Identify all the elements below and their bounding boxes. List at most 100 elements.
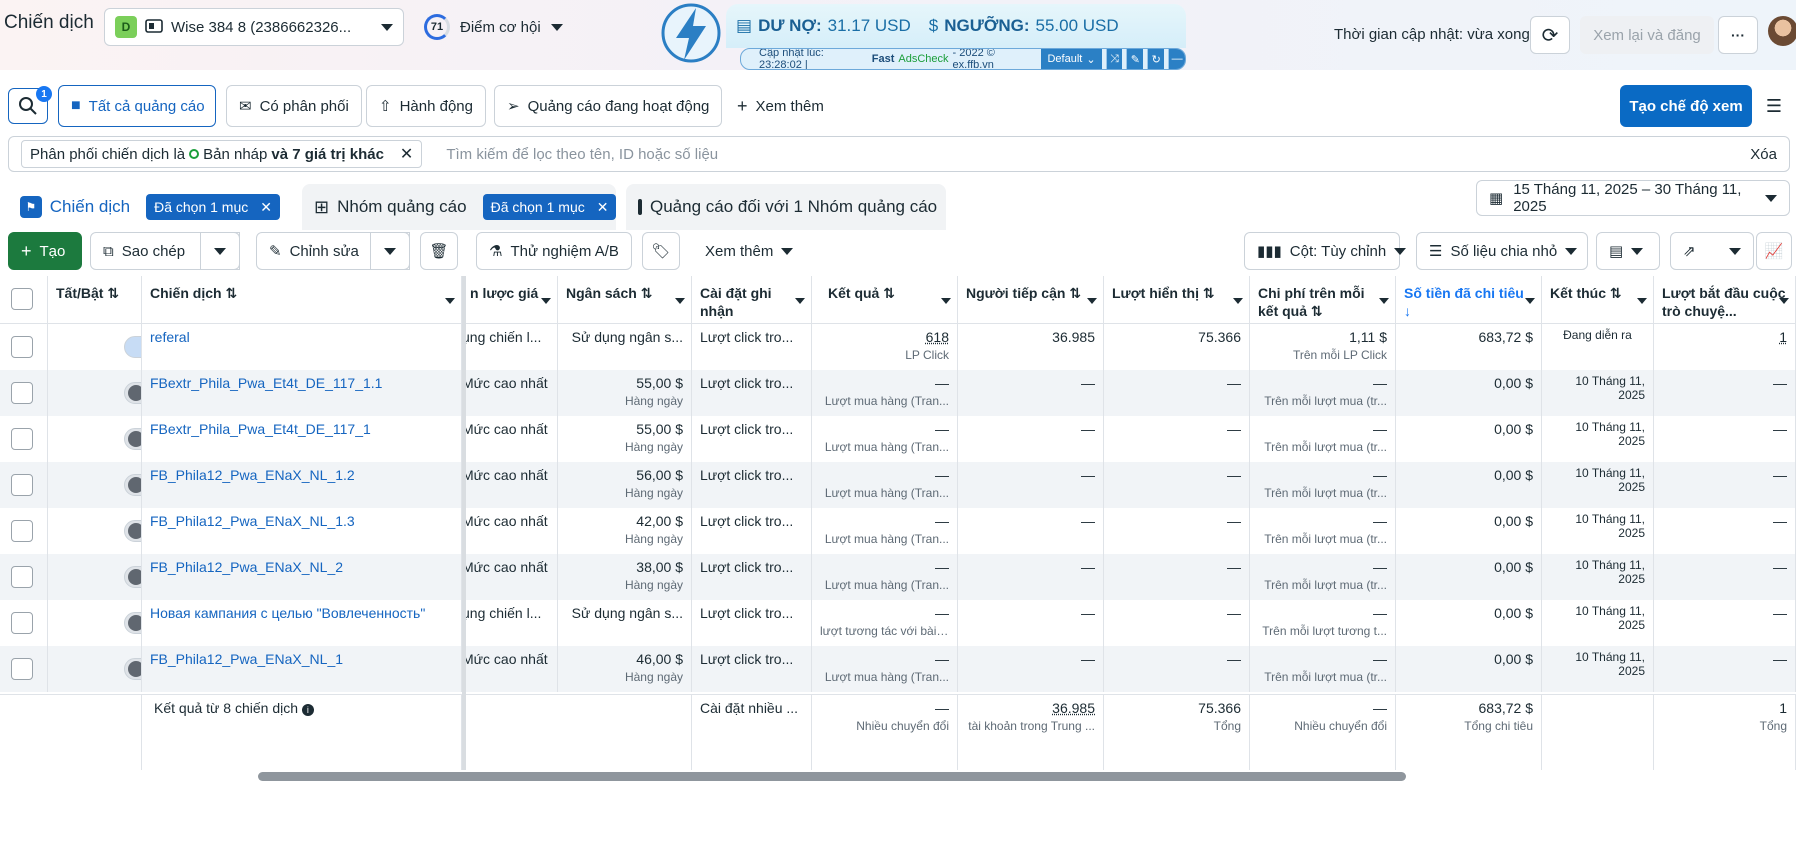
col-spent[interactable]: Số tiền đã chi tiêu ↓: [1396, 276, 1542, 324]
edit-icon[interactable]: ✎: [1126, 49, 1143, 69]
campaign-toggle[interactable]: [124, 520, 142, 542]
account-selector[interactable]: D Wise 384 8 (2386662326...: [104, 8, 404, 46]
col-cost[interactable]: Chi phí trên mỗi kết quả ⇅: [1250, 276, 1396, 324]
col-impressions[interactable]: Lượt hiển thị ⇅: [1104, 276, 1250, 324]
row-checkbox[interactable]: [11, 566, 33, 588]
chart-button[interactable]: 📈: [1756, 232, 1792, 270]
close-icon[interactable]: ✕: [260, 199, 272, 216]
row-select-cell: [0, 416, 48, 462]
clear-filters-button[interactable]: Xóa: [1750, 146, 1777, 163]
toolbar-more-button[interactable]: Xem thêm: [692, 232, 806, 270]
col-ends[interactable]: Kết thúc ⇅: [1542, 276, 1654, 324]
more-menu-button[interactable]: ···: [1718, 16, 1758, 54]
campaign-name-link[interactable]: FB_Phila12_Pwa_ENaX_NL_2: [150, 559, 343, 575]
info-icon[interactable]: i: [302, 704, 314, 716]
campaign-toggle[interactable]: [124, 566, 142, 588]
opportunity-score[interactable]: 71 Điểm cơ hội: [424, 14, 563, 40]
totals-cost-sub: Nhiều chuyển đổi: [1258, 717, 1387, 735]
campaign-name-link[interactable]: FBextr_Phila_Pwa_Et4t_DE_117_1: [150, 421, 371, 437]
edit-dropdown[interactable]: [370, 232, 410, 270]
col-budget[interactable]: Ngân sách ⇅: [558, 276, 692, 324]
selected-chip[interactable]: Đã chọn 1 mục ✕: [146, 194, 280, 220]
tab-all-ads[interactable]: ■ Tất cả quảng cáo: [58, 85, 216, 127]
avatar[interactable]: [1768, 16, 1796, 46]
campaign-name-link[interactable]: FB_Phila12_Pwa_ENaX_NL_1: [150, 651, 343, 667]
tab-delivery[interactable]: ✉ Có phân phối: [226, 85, 362, 127]
row-checkbox[interactable]: [11, 658, 33, 680]
table-row[interactable]: FBextr_Phila_Pwa_Et4t_DE_117_1.1 Mức cao …: [0, 370, 1796, 416]
refresh-button[interactable]: ⟳: [1530, 16, 1570, 54]
filter-search-input[interactable]: Tìm kiếm để lọc theo tên, ID hoặc số liệ…: [446, 146, 1750, 163]
campaign-toggle[interactable]: [124, 474, 142, 496]
col-reach[interactable]: Người tiếp cận ⇅: [958, 276, 1104, 324]
table-row[interactable]: Новая кампания с целью "Вовлеченность" ụn…: [0, 600, 1796, 646]
table-row[interactable]: FB_Phila12_Pwa_ENaX_NL_1.3 Mức cao nhất 42…: [0, 508, 1796, 554]
create-button[interactable]: + Tạo: [8, 232, 82, 270]
row-checkbox[interactable]: [11, 474, 33, 496]
impressions-value: 75.366: [1198, 329, 1241, 345]
campaign-toggle[interactable]: [124, 382, 142, 404]
campaign-name-link[interactable]: Новая кампания с целью "Вовлеченность": [150, 605, 425, 621]
review-publish-button[interactable]: Xem lại và đăng: [1580, 16, 1714, 54]
refresh-icon[interactable]: ↻: [1147, 49, 1164, 69]
horizontal-scrollbar[interactable]: [258, 772, 1406, 781]
tab-actions[interactable]: ⇧ Hành động: [366, 85, 486, 127]
campaign-toggle[interactable]: [124, 658, 142, 680]
row-budget-cell: 55,00 $ Hàng ngày: [558, 370, 692, 416]
row-impressions-cell: —: [1104, 416, 1250, 462]
col-conversations[interactable]: Lượt bắt đầu cuộc trò chuyệ...: [1654, 276, 1796, 324]
reports-button[interactable]: ▤: [1596, 232, 1660, 270]
row-checkbox[interactable]: [11, 382, 33, 404]
col-results[interactable]: Kết quả ⇅: [812, 276, 958, 324]
table-row[interactable]: FBextr_Phila_Pwa_Et4t_DE_117_1 Mức cao nh…: [0, 416, 1796, 462]
filter-chip[interactable]: Phân phối chiến dịch là Bản nháp và 7 gi…: [21, 140, 422, 168]
shuffle-icon[interactable]: ⤨: [1106, 49, 1123, 69]
campaign-name-link[interactable]: referal: [150, 329, 190, 345]
ab-test-button[interactable]: ⚗ Thử nghiệm A/B: [476, 232, 632, 270]
campaign-toggle[interactable]: [124, 428, 142, 450]
table-row[interactable]: referal ụng chiến l... Sử dụng ngân s... Lư…: [0, 324, 1796, 370]
columns-button[interactable]: ▮▮▮ Cột: Tùy chỉnh: [1244, 232, 1400, 270]
duplicate-dropdown[interactable]: [200, 232, 240, 270]
campaign-name-link[interactable]: FBextr_Phila_Pwa_Et4t_DE_117_1.1: [150, 375, 382, 391]
breakdown-button[interactable]: ☰ Số liệu chia nhỏ: [1416, 232, 1588, 270]
col-name[interactable]: Chiến dịch ⇅: [142, 276, 462, 324]
preset-select[interactable]: Default ⌄: [1041, 49, 1101, 69]
selected-chip[interactable]: Đã chọn 1 mục ✕: [483, 194, 617, 220]
campaign-name-link[interactable]: FB_Phila12_Pwa_ENaX_NL_1.3: [150, 513, 355, 529]
ends-value: 10 Tháng 11,: [1575, 558, 1645, 572]
close-icon[interactable]: ✕: [400, 144, 413, 164]
row-cost-cell: — Trên mỗi lượt mua (tr...: [1250, 554, 1396, 600]
campaign-name-link[interactable]: FB_Phila12_Pwa_ENaX_NL_1.2: [150, 467, 355, 483]
row-checkbox[interactable]: [11, 336, 33, 358]
tab-ads[interactable]: Quảng cáo đối với 1 Nhóm quảng cáo: [626, 184, 946, 230]
col-bid[interactable]: n lược giá: [462, 276, 558, 324]
table-row[interactable]: FB_Phila12_Pwa_ENaX_NL_2 Mức cao nhất 38,0…: [0, 554, 1796, 600]
minimize-icon[interactable]: —: [1168, 49, 1185, 69]
date-range-picker[interactable]: ▦ 15 Tháng 11, 2025 – 30 Tháng 11, 2025: [1476, 180, 1790, 216]
tab-campaigns[interactable]: ⚑ Chiến dịch Đã chọn 1 mục ✕: [8, 184, 292, 230]
row-checkbox[interactable]: [11, 612, 33, 634]
export-button[interactable]: ⇗: [1670, 232, 1754, 270]
delete-button[interactable]: 🗑: [420, 232, 458, 270]
campaign-toggle[interactable]: [124, 612, 142, 634]
row-checkbox[interactable]: [11, 428, 33, 450]
campaign-toggle[interactable]: [124, 336, 142, 358]
create-view-button[interactable]: Tạo chế độ xem: [1620, 85, 1752, 127]
cost-value: —: [1373, 467, 1387, 483]
col-toggle[interactable]: Tất/Bật ⇅: [48, 276, 142, 324]
tag-button[interactable]: 🏷: [642, 232, 680, 270]
ends-value: 10 Tháng 11,: [1575, 512, 1645, 526]
tab-active-ads[interactable]: ➢ Quảng cáo đang hoạt động: [494, 85, 722, 127]
see-more-button[interactable]: + Xem thêm: [724, 85, 837, 127]
impressions-value: —: [1227, 559, 1241, 575]
row-checkbox[interactable]: [11, 520, 33, 542]
settings-sliders-button[interactable]: ☰: [1756, 85, 1792, 127]
table-row[interactable]: FB_Phila12_Pwa_ENaX_NL_1 Mức cao nhất 46,0…: [0, 646, 1796, 692]
refresh-icon: ⟳: [1542, 23, 1559, 48]
col-attribution[interactable]: Cài đặt ghi nhận: [692, 276, 812, 324]
table-row[interactable]: FB_Phila12_Pwa_ENaX_NL_1.2 Mức cao nhất 56…: [0, 462, 1796, 508]
tab-adsets[interactable]: ⊞ Nhóm quảng cáo Đã chọn 1 mục ✕: [302, 184, 616, 230]
select-all-checkbox[interactable]: [11, 288, 33, 310]
close-icon[interactable]: ✕: [597, 199, 609, 216]
